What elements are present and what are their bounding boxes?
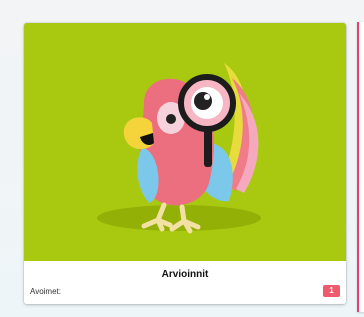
card-footer: Arvioinnit Avoimet: 1 [24, 261, 346, 304]
open-count-badge: 1 [323, 285, 340, 297]
card-grid: Arvioinnit Avoimet: 1 [0, 0, 364, 317]
assessments-card[interactable]: Arvioinnit Avoimet: 1 [24, 23, 346, 304]
card-illustration [24, 23, 346, 261]
parrot-with-magnifier-icon [24, 23, 346, 261]
card-title: Arvioinnit [161, 269, 209, 280]
open-items-label: Avoimet: [30, 287, 61, 296]
next-card-edge[interactable] [357, 22, 364, 312]
